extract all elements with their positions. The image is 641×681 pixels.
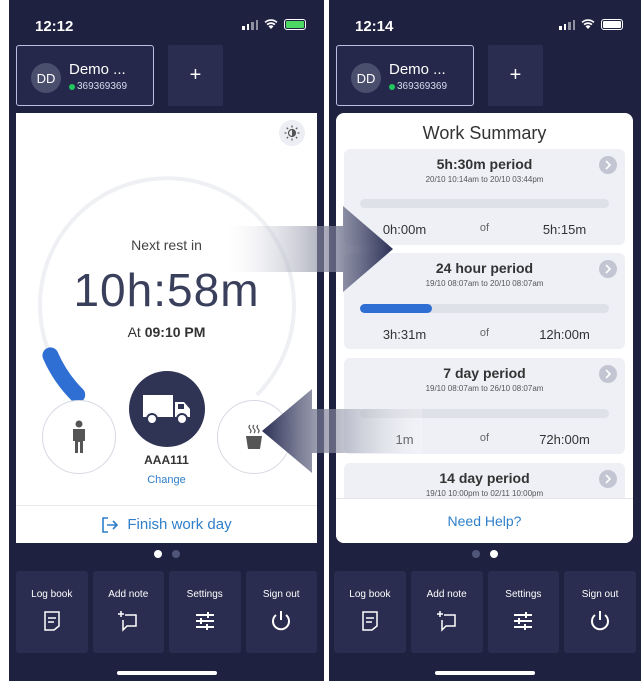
home-indicator (435, 671, 535, 675)
work-summary-title: Work Summary (422, 123, 547, 143)
status-time: 12:12 (35, 18, 74, 35)
bottom-nav: Log book Add note Settings Sign out (334, 571, 636, 653)
avatar: DD (351, 63, 381, 93)
chevron-right-icon[interactable] (599, 365, 617, 383)
settings-icon (514, 612, 533, 630)
change-vehicle-link[interactable]: Change (16, 474, 317, 486)
brightness-toggle[interactable] (279, 120, 305, 146)
status-time: 12:14 (355, 18, 394, 35)
nav-sign-out[interactable]: Sign out (564, 571, 636, 653)
page-dot[interactable] (472, 550, 480, 558)
chevron-right-icon[interactable] (599, 260, 617, 278)
logbook-icon (362, 611, 378, 631)
need-help-button[interactable]: Need Help? (336, 498, 633, 543)
period-progress-track (360, 304, 609, 313)
period-used: 3h:31m (382, 327, 427, 342)
period-name: 5h:30m period (436, 156, 533, 172)
period-range: 19/10 10:00pm to 02/11 10:00pm (425, 489, 544, 498)
add-driver-button[interactable]: + (168, 45, 223, 106)
nav-logbook[interactable]: Log book (16, 571, 88, 653)
phone-screen-left: 12:12 DD Demo ... 369369369 + Next rest … (9, 0, 324, 681)
battery-charging-icon (284, 19, 306, 30)
page-dot[interactable] (171, 550, 180, 558)
power-icon (591, 611, 610, 631)
nav-add-note[interactable]: Add note (92, 571, 164, 653)
next-rest-at: At 09:10 PM (127, 324, 206, 340)
chevron-right-icon[interactable] (599, 470, 617, 488)
signal-icon (559, 19, 575, 30)
period-of: of (479, 222, 490, 234)
truck-icon (143, 395, 190, 425)
phone-screen-right: 12:14 DD Demo ... 369369369 + Work Summa… (329, 0, 641, 681)
coffee-cup-icon (246, 424, 262, 449)
period-progress-track (360, 199, 609, 208)
driver-name: Demo ... (69, 61, 126, 78)
wifi-icon (581, 19, 595, 29)
battery-icon (601, 19, 623, 30)
period-of: of (479, 432, 490, 444)
add-note-icon (436, 611, 456, 632)
period-limit: 12h:00m (539, 327, 590, 342)
nav-settings[interactable]: Settings (487, 571, 560, 653)
nav-settings[interactable]: Settings (169, 571, 241, 653)
period-progress-bar (360, 304, 433, 313)
nav-add-note[interactable]: Add note (410, 571, 483, 653)
chevron-right-icon[interactable] (599, 156, 617, 174)
signal-icon (242, 19, 258, 30)
driver-card[interactable]: DD Demo ... 369369369 (336, 45, 474, 106)
driver-id: 369369369 (77, 81, 128, 92)
wifi-icon (264, 19, 278, 29)
add-note-icon (118, 611, 137, 632)
rest-card: Next rest in 10h:58m At 09:10 PM AAA111 … (16, 113, 317, 543)
period-limit: 72h:00m (539, 432, 590, 447)
finish-work-day-button[interactable]: Finish work day (16, 505, 317, 543)
person-icon (73, 420, 85, 453)
power-icon (272, 611, 291, 631)
page-indicator (329, 550, 641, 558)
nav-sign-out[interactable]: Sign out (245, 571, 317, 653)
period-range: 20/10 10:14am to 20/10 03:44pm (425, 175, 544, 184)
driver-name: Demo ... (389, 61, 446, 78)
logbook-icon (44, 611, 60, 631)
add-driver-button[interactable]: + (488, 45, 543, 106)
settings-icon (195, 612, 214, 630)
period-of: of (479, 327, 490, 339)
nav-logbook[interactable]: Log book (334, 571, 406, 653)
online-status-dot (69, 84, 75, 90)
work-summary-card: Work Summary 5h:30m period 20/10 10:14am… (336, 113, 633, 543)
brightness-icon (284, 125, 300, 141)
page-indicator (9, 550, 324, 558)
status-bar: 12:12 (9, 0, 324, 40)
exit-icon (102, 516, 119, 533)
online-status-dot (389, 84, 395, 90)
arrow-right-overlay (228, 206, 393, 292)
home-indicator (116, 671, 217, 675)
period-name: 7 day period (443, 365, 526, 381)
driver-id: 369369369 (397, 81, 448, 92)
status-bar: 12:14 (329, 0, 641, 40)
vehicle-button[interactable] (129, 371, 205, 447)
bottom-nav: Log book Add note Settings Sign out (16, 571, 317, 653)
page-dot-active (153, 550, 162, 558)
period-limit: 5h:15m (542, 222, 587, 237)
arrow-left-overlay (262, 389, 422, 473)
driver-card[interactable]: DD Demo ... 369369369 (16, 45, 154, 106)
avatar: DD (31, 63, 61, 93)
page-dot-active (490, 550, 498, 558)
